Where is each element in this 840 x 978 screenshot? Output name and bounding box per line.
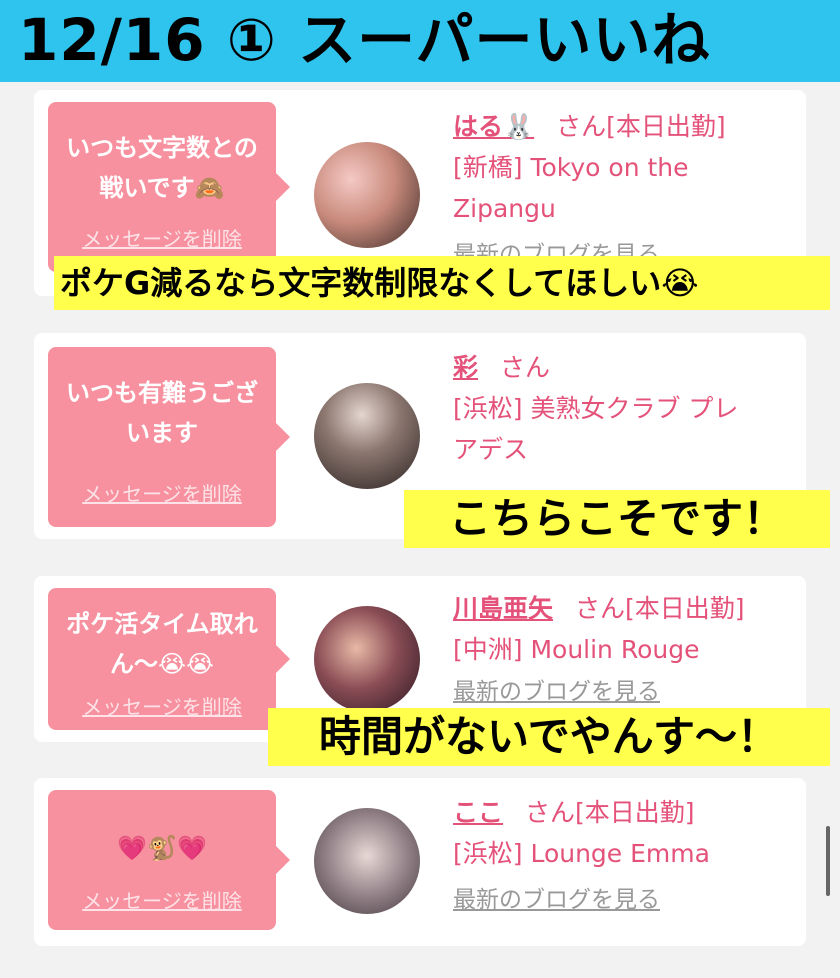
message-text: ポケ活タイム取れ ん〜😭😭	[66, 610, 258, 678]
avatar[interactable]	[314, 606, 420, 712]
message-bubble: いつも有難うござ います メッセージを削除	[48, 347, 290, 527]
message-text: 💗🐒💗	[117, 834, 207, 862]
caption-overlay: こちらこそです！	[404, 490, 830, 548]
page-title: 12/16 ① スーパーいいね	[18, 6, 711, 74]
shop-line: [中洲] Moulin Rouge	[453, 635, 700, 664]
caption-overlay: ポケG減るなら文字数制限なくしてほしい😭	[54, 256, 830, 310]
status-badge: [本日出勤]	[575, 798, 695, 827]
shop-line: アデス	[453, 435, 529, 464]
scrollbar[interactable]	[826, 826, 830, 896]
status-badge: [本日出勤]	[606, 112, 726, 141]
latest-blog-link[interactable]: 最新のブログを見る	[453, 672, 793, 713]
delete-message-link[interactable]: メッセージを削除	[48, 885, 276, 914]
title-banner: 12/16 ① スーパーいいね	[0, 0, 840, 82]
delete-message-link[interactable]: メッセージを削除	[48, 478, 276, 507]
message-text: いつも文字数との 戦いです🙈	[66, 134, 258, 202]
san-label: さん	[575, 594, 626, 623]
caption-overlay: 時間がないでやんす〜！	[268, 708, 830, 766]
cast-name-link[interactable]: 川島亜矢	[453, 594, 553, 623]
shop-line: Zipangu	[453, 194, 556, 223]
shop-line: [新橋] Tokyo on the	[453, 153, 689, 182]
latest-blog-link[interactable]: 最新のブログを見る	[453, 880, 793, 921]
avatar[interactable]	[314, 142, 420, 248]
cast-info: 川島亜矢 さん[本日出勤] [中洲] Moulin Rouge 最新のブログを見る	[453, 588, 793, 713]
message-text: いつも有難うござ います	[66, 379, 258, 447]
cast-info: ここ さん[本日出勤] [浜松] Lounge Emma 最新のブログを見る	[453, 792, 793, 921]
san-label: さん	[556, 112, 607, 141]
message-bubble: いつも文字数との 戦いです🙈 メッセージを削除	[48, 102, 290, 272]
shop-line: [浜松] 美熟女クラブ プレ	[453, 394, 739, 423]
cast-info: 彩さん [浜松] 美熟女クラブ プレ アデス	[453, 347, 793, 470]
delete-message-link[interactable]: メッセージを削除	[48, 223, 276, 252]
san-label: さん	[500, 353, 551, 382]
status-badge: [本日出勤]	[625, 594, 745, 623]
cast-name-link[interactable]: 彩	[453, 353, 478, 382]
san-label: さん	[525, 798, 576, 827]
delete-message-link[interactable]: メッセージを削除	[48, 691, 276, 720]
message-bubble: ポケ活タイム取れ ん〜😭😭 メッセージを削除	[48, 588, 290, 730]
like-card: 💗🐒💗 メッセージを削除 ここ さん[本日出勤] [浜松] Lounge Emma…	[34, 778, 806, 946]
avatar[interactable]	[314, 383, 420, 489]
cast-name-link[interactable]: はる🐰	[453, 112, 534, 141]
cast-name-link[interactable]: ここ	[453, 798, 503, 827]
cast-info: はる🐰 さん[本日出勤] [新橋] Tokyo on the Zipangu 最新…	[453, 106, 793, 276]
message-bubble: 💗🐒💗 メッセージを削除	[48, 790, 290, 930]
shop-line: [浜松] Lounge Emma	[453, 839, 710, 868]
avatar[interactable]	[314, 808, 420, 914]
